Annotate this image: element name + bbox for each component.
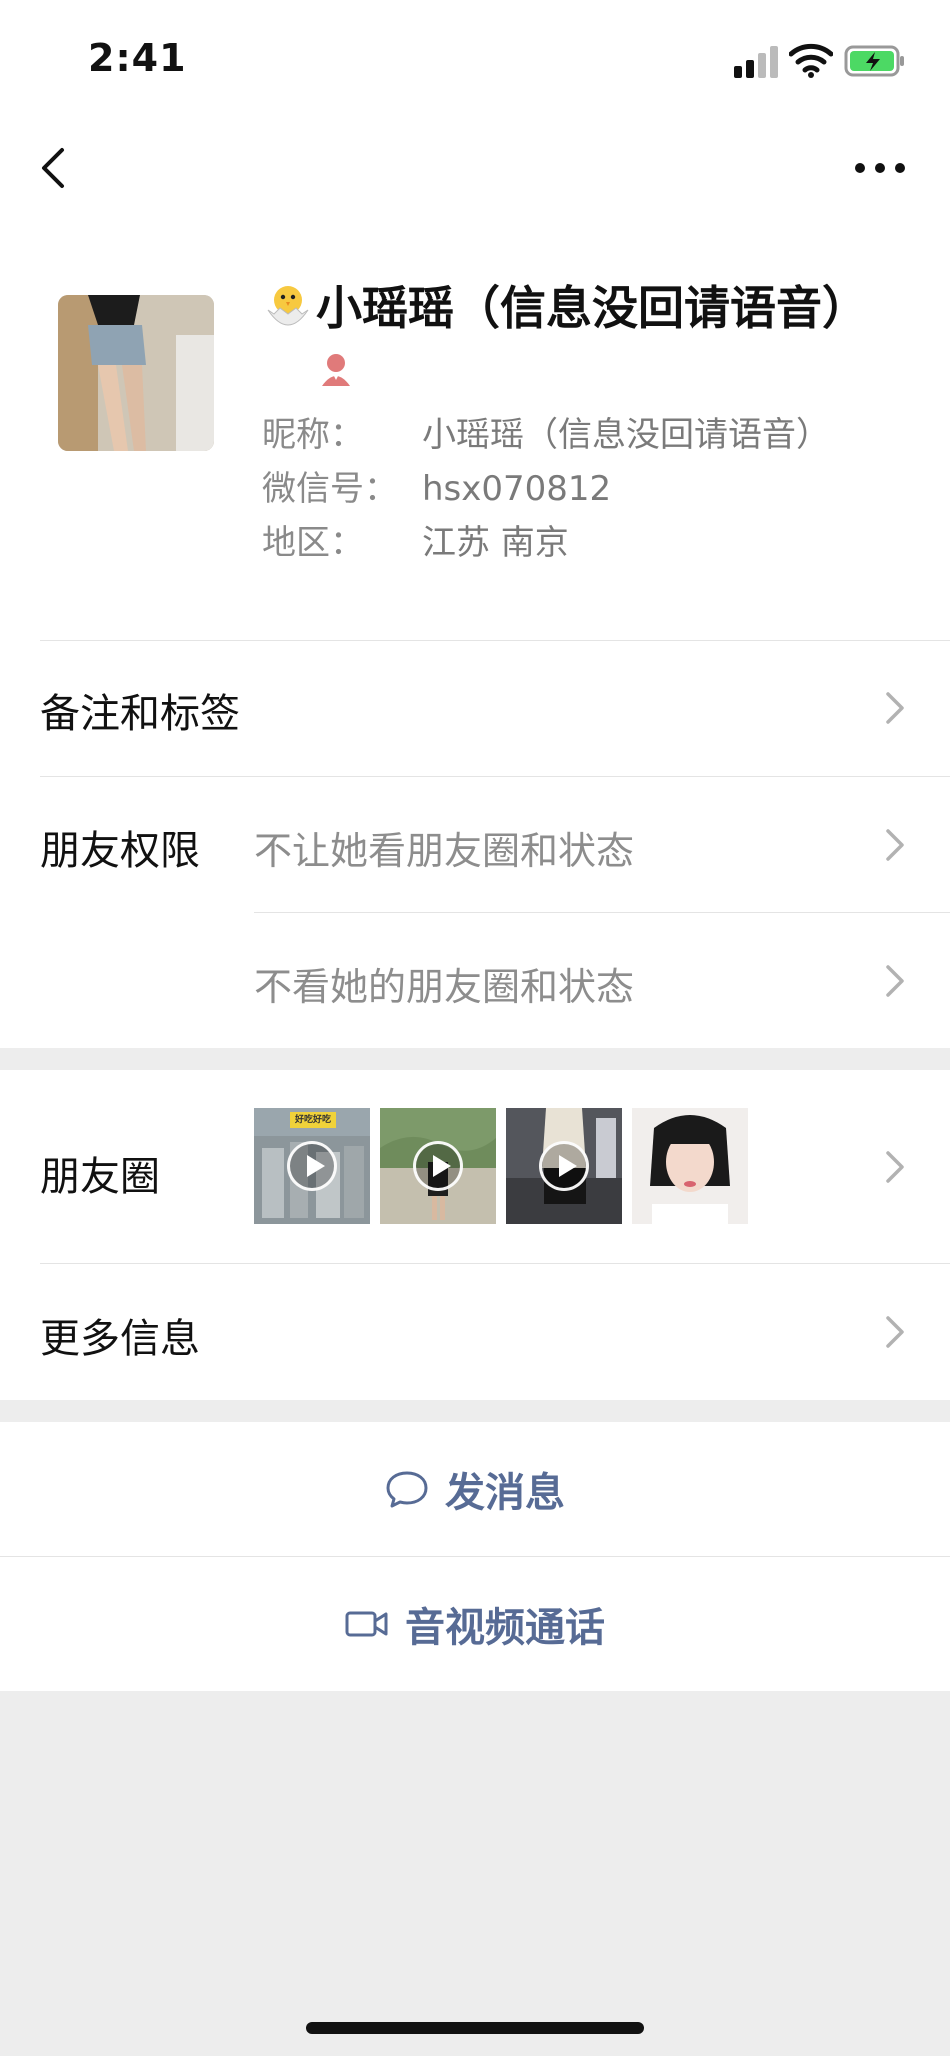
video-camera-icon bbox=[345, 1611, 388, 1637]
more-info-row[interactable]: 更多信息 bbox=[0, 1264, 950, 1400]
nickname-label: 昵称： bbox=[262, 415, 364, 455]
remarks-and-tags-row[interactable]: 备注和标签 bbox=[0, 641, 950, 775]
play-video-icon bbox=[539, 1141, 589, 1191]
send-message-button[interactable]: 发消息 bbox=[0, 1422, 950, 1556]
moments-thumbnail[interactable] bbox=[506, 1108, 622, 1224]
back-arrow-icon[interactable] bbox=[36, 140, 72, 196]
play-video-icon bbox=[287, 1141, 337, 1191]
display-name-row: 小瑶瑶（信息没回请语音） bbox=[262, 278, 902, 398]
permission-hide-her-moments-row[interactable]: 不看她的朋友圈和状态 bbox=[254, 913, 950, 1048]
more-info-label: 更多信息 bbox=[40, 1316, 200, 1362]
play-video-icon bbox=[413, 1141, 463, 1191]
chevron-right-icon bbox=[886, 1316, 904, 1348]
friend-permissions-label: 朋友权限 bbox=[40, 828, 200, 874]
permission-hide-her-moments-label: 不看她的朋友圈和状态 bbox=[254, 965, 635, 1009]
cellular-signal-icon bbox=[734, 46, 778, 78]
nickname-row: 昵称： 小瑶瑶（信息没回请语音） bbox=[262, 408, 830, 462]
chevron-right-icon bbox=[886, 829, 904, 861]
display-name: 小瑶瑶（信息没回请语音） bbox=[316, 281, 868, 335]
battery-charging-icon bbox=[844, 45, 904, 77]
profile-info: 昵称： 小瑶瑶（信息没回请语音） 微信号： hsx070812 地区： 江苏 南京 bbox=[262, 408, 830, 570]
permission-hide-my-moments-label: 不让她看朋友圈和状态 bbox=[254, 829, 635, 873]
region-value: 江苏 南京 bbox=[422, 523, 569, 563]
section-gap bbox=[0, 1048, 950, 1070]
audio-video-call-button[interactable]: 音视频通话 bbox=[0, 1557, 950, 1691]
moments-label: 朋友圈 bbox=[40, 1154, 160, 1200]
more-options-icon[interactable] bbox=[852, 150, 908, 186]
audio-video-call-label: 音视频通话 bbox=[405, 1605, 605, 1651]
region-label: 地区： bbox=[262, 523, 364, 563]
section-gap bbox=[0, 1400, 950, 1422]
region-row: 地区： 江苏 南京 bbox=[262, 516, 830, 570]
wifi-icon bbox=[789, 43, 833, 78]
moments-thumbnail[interactable]: 好吃好吃 bbox=[254, 1108, 370, 1224]
chevron-right-icon bbox=[886, 1151, 904, 1183]
hatching-chick-emoji-icon bbox=[267, 286, 309, 326]
wechat-id-row: 微信号： hsx070812 bbox=[262, 462, 830, 516]
thumbnail-image bbox=[632, 1108, 748, 1224]
permission-hide-my-moments-row[interactable]: 不让她看朋友圈和状态 bbox=[254, 777, 950, 912]
status-bar: 2:41 bbox=[0, 0, 950, 120]
remarks-label: 备注和标签 bbox=[40, 691, 240, 737]
wechat-id-value: hsx070812 bbox=[422, 469, 612, 509]
chevron-right-icon bbox=[886, 692, 904, 724]
chevron-right-icon bbox=[886, 965, 904, 997]
send-message-label: 发消息 bbox=[445, 1470, 565, 1516]
thumbnail-caption: 好吃好吃 bbox=[294, 1115, 331, 1125]
wechat-id-label: 微信号： bbox=[262, 469, 398, 509]
status-time: 2:41 bbox=[88, 36, 187, 80]
female-gender-icon bbox=[322, 354, 350, 386]
chat-bubble-icon bbox=[386, 1471, 428, 1508]
home-indicator bbox=[306, 2022, 644, 2034]
nickname-value: 小瑶瑶（信息没回请语音） bbox=[422, 415, 830, 455]
moments-thumbnail[interactable] bbox=[632, 1108, 748, 1224]
avatar-photo bbox=[58, 295, 214, 451]
moments-thumbnail[interactable] bbox=[380, 1108, 496, 1224]
avatar[interactable] bbox=[58, 295, 214, 451]
